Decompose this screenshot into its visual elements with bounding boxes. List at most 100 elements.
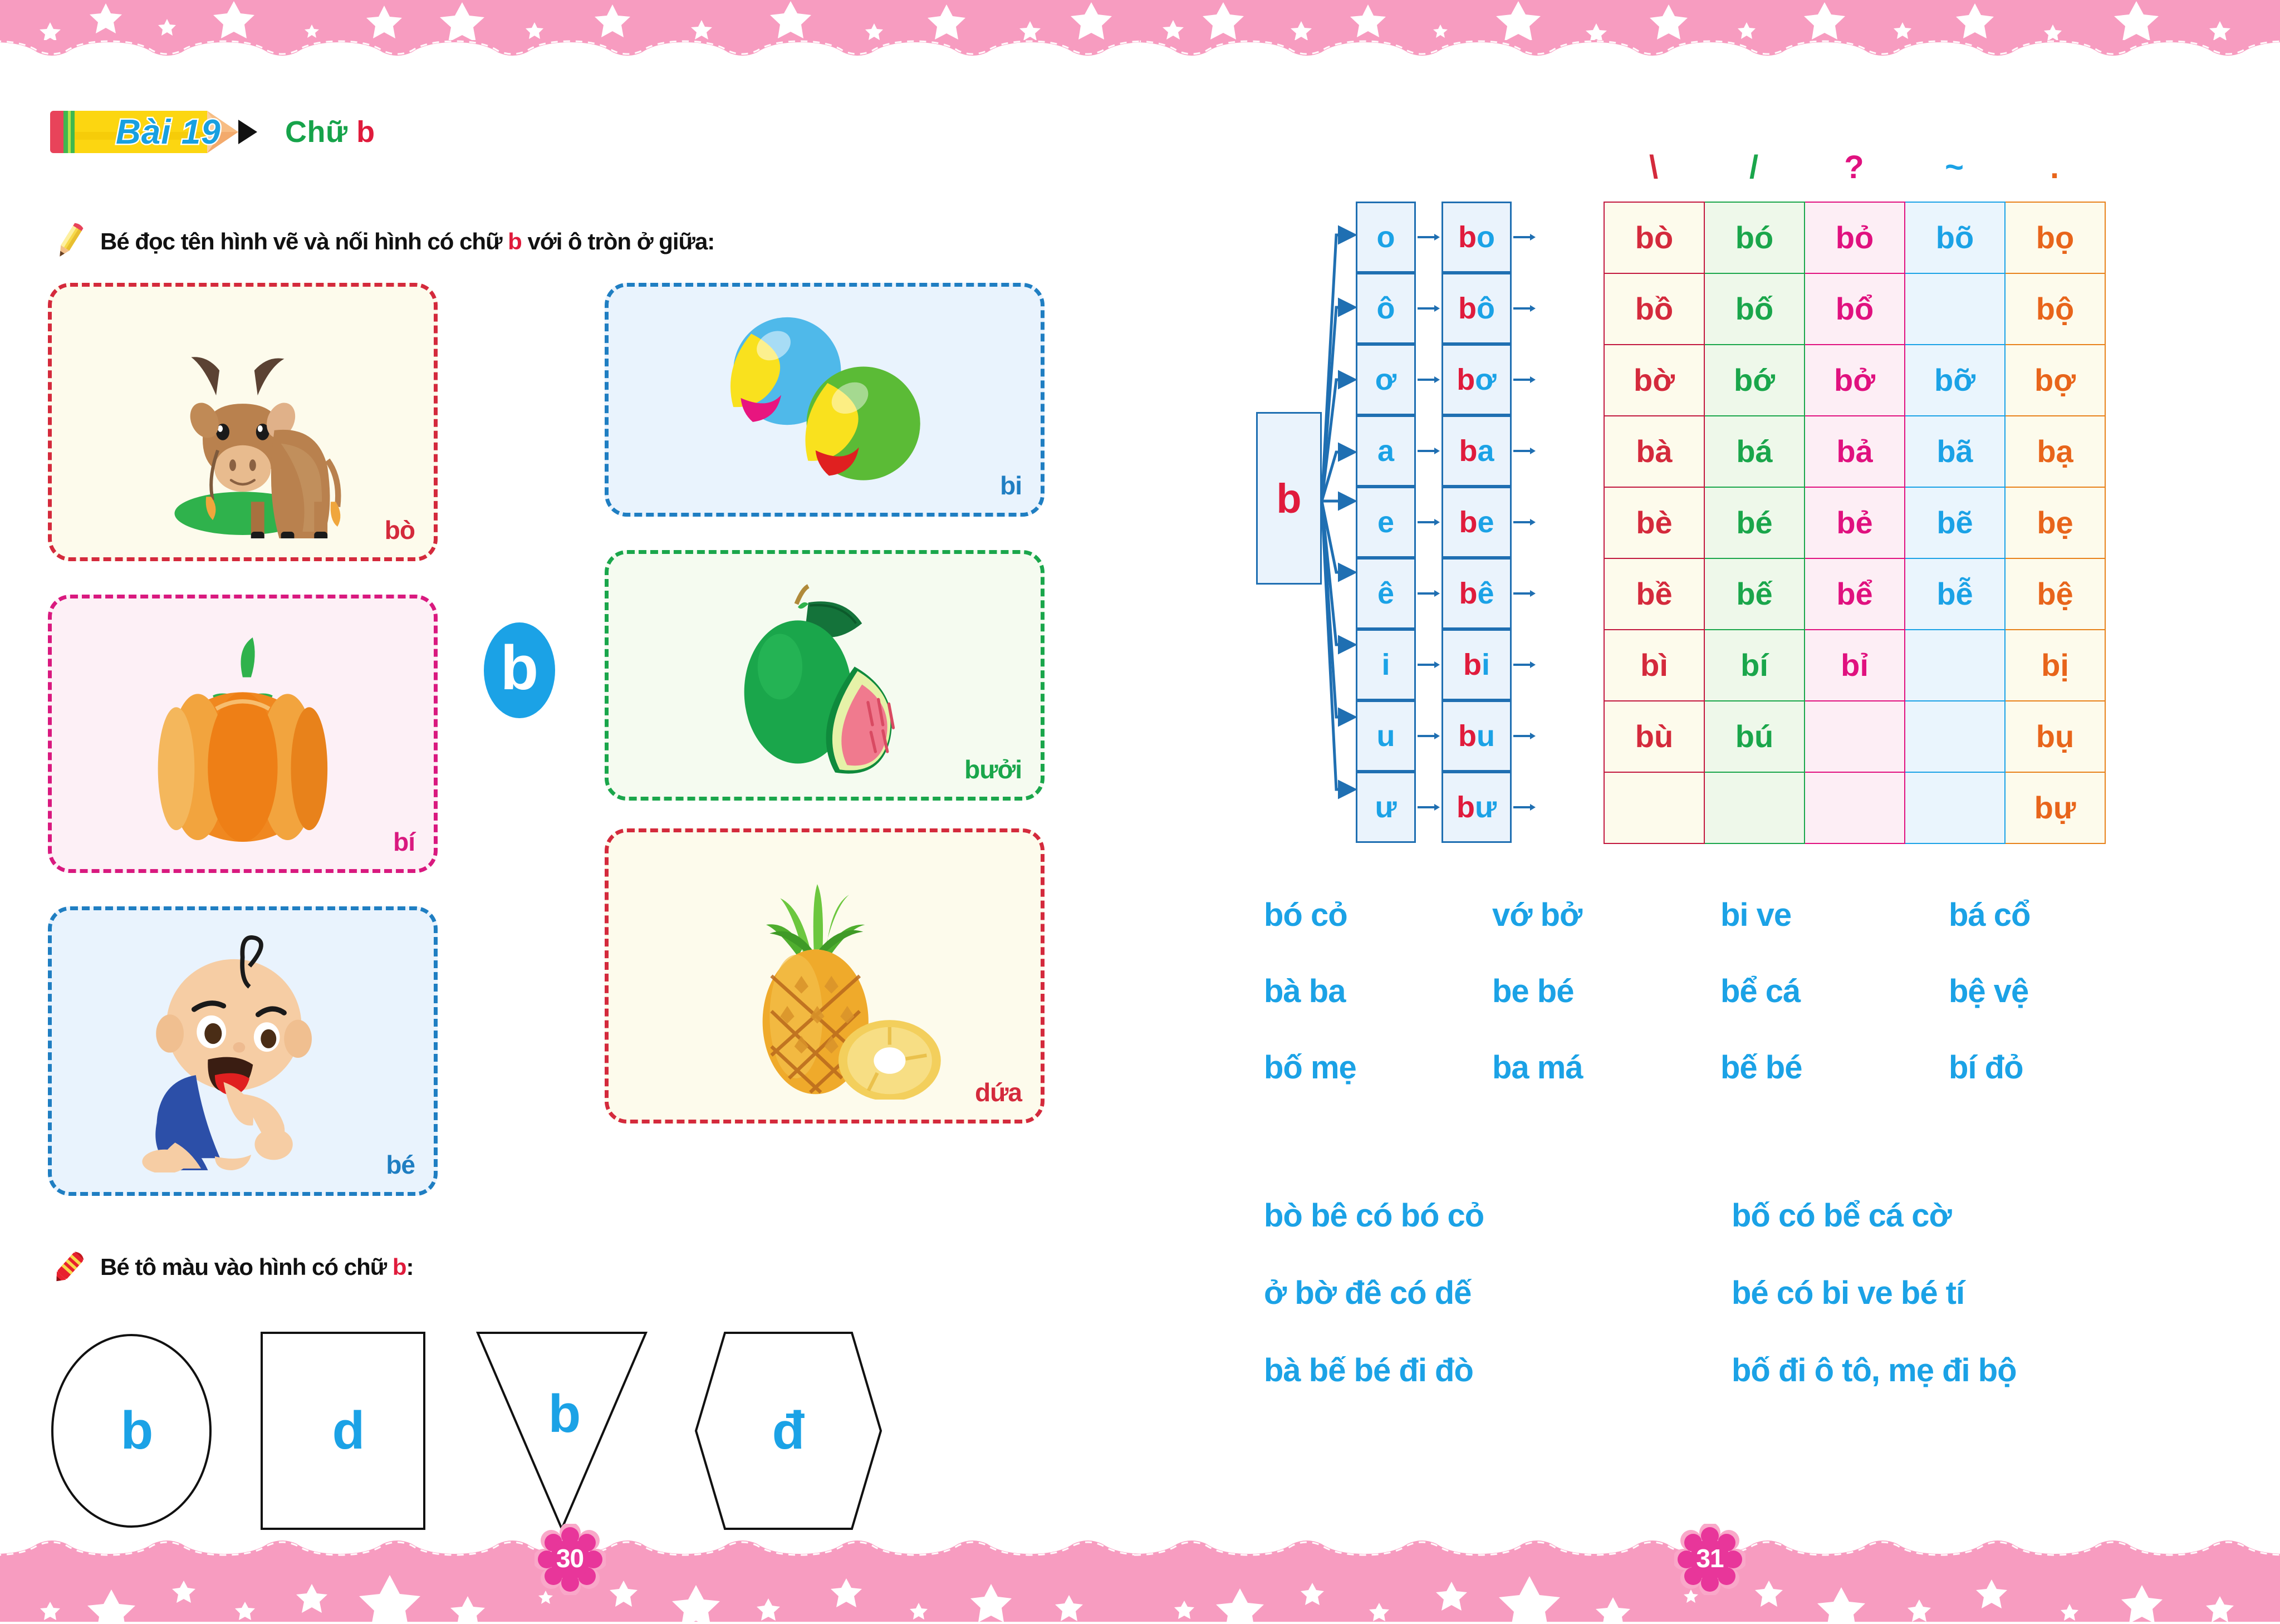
tone-cell — [1904, 629, 2006, 701]
tone-cell: bà — [1604, 415, 1705, 488]
tone-cell: bỏ — [1804, 202, 1905, 274]
page-number-badge-right: 31 — [1674, 1524, 1745, 1595]
vowel-row: ư bư — [1356, 772, 1537, 843]
arrow-icon — [1416, 202, 1441, 273]
tone-cell: bổ — [1804, 273, 1905, 345]
vowel-row: u bu — [1356, 700, 1537, 772]
word-item: vớ bở — [1492, 897, 1582, 933]
arrow-icon — [1512, 700, 1537, 772]
word-item: bệ vệ — [1949, 973, 2029, 1009]
tone-cell: bù — [1604, 700, 1705, 773]
tone-cell: bì — [1604, 629, 1705, 701]
tone-row: bì bí bỉ bị — [1604, 629, 2106, 701]
tone-row: bò bó bỏ bõ bọ — [1604, 202, 2106, 274]
arrow-icon — [1416, 344, 1441, 415]
tone-cell: bò — [1604, 202, 1705, 274]
arrow-icon — [1416, 415, 1441, 487]
tone-row: bề bế bể bễ bệ — [1604, 558, 2106, 630]
tone-cell: bể — [1804, 558, 1905, 630]
syllable-cell: bi — [1441, 629, 1512, 700]
tone-mark-hoi-hook: ? — [1844, 149, 1864, 185]
tone-cell: bề — [1604, 558, 1705, 630]
word-item: bó cỏ — [1264, 897, 1348, 933]
syllable-cell: bô — [1441, 273, 1512, 344]
syllable-cell: bu — [1441, 700, 1512, 772]
tone-cell — [1904, 772, 2006, 844]
arrow-icon — [1512, 415, 1537, 487]
tone-cell: bó — [1704, 202, 1805, 274]
vowel-syllable-table: o bo ô bô ơ bơ a ba e be ê bê i bi u bu ư bư — [1356, 202, 1537, 843]
tone-cell: bồ — [1604, 273, 1705, 345]
sentence-item: bò bê có bó cỏ — [1264, 1198, 1484, 1234]
vowel-row: ô bô — [1356, 273, 1537, 344]
tone-mark-header-row: \ /? ~. — [1604, 151, 2105, 184]
arrow-icon — [1512, 487, 1537, 558]
tone-cell: bẽ — [1904, 487, 2006, 559]
tone-cell: bệ — [2004, 558, 2106, 630]
word-item: bá cổ — [1949, 897, 2031, 933]
sentence-item: bà bế bé đi đò — [1264, 1352, 1474, 1389]
tone-mark-huyen-grave: \ — [1649, 149, 1659, 185]
tone-cell: bạ — [2004, 415, 2106, 488]
sentence-item: ở bờ đê có dế — [1264, 1275, 1472, 1311]
tone-cell: bọ — [2004, 202, 2106, 274]
word-item: bà ba — [1264, 973, 1346, 1009]
tone-row: bè bé bẻ bẽ bẹ — [1604, 487, 2106, 559]
vowel-row: o bo — [1356, 202, 1537, 273]
tone-row: bù bú bụ — [1604, 700, 2106, 773]
vowel-row: a ba — [1356, 415, 1537, 487]
sentence-item: bố đi ô tô, mẹ đi bộ — [1732, 1352, 2017, 1389]
syllable-cell: bo — [1441, 202, 1512, 273]
syllable-cell: bư — [1441, 772, 1512, 843]
tone-cell: bờ — [1604, 344, 1705, 416]
vowel-cell: u — [1356, 700, 1416, 772]
tone-cell: bở — [1804, 344, 1905, 416]
arrow-icon — [1416, 629, 1441, 700]
vowel-cell: ơ — [1356, 344, 1416, 415]
arrow-icon — [1512, 772, 1537, 843]
tone-cell: bú — [1704, 700, 1805, 773]
arrow-icon — [1416, 487, 1441, 558]
vowel-cell: ê — [1356, 558, 1416, 629]
tone-cell — [1904, 273, 2006, 345]
tone-mark-nang-dot: . — [2049, 149, 2060, 185]
vowel-row: e be — [1356, 487, 1537, 558]
arrow-icon — [1512, 202, 1537, 273]
syllable-cell: be — [1441, 487, 1512, 558]
vowel-cell: a — [1356, 415, 1416, 487]
tone-cell: bự — [2004, 772, 2106, 844]
sentence-item: bố có bể cá cờ — [1732, 1198, 1952, 1234]
arrow-icon — [1416, 772, 1441, 843]
tone-row: bờ bớ bở bỡ bợ — [1604, 344, 2106, 416]
word-item: bế bé — [1720, 1049, 1803, 1086]
tone-cell: bé — [1704, 487, 1805, 559]
tone-row: bồ bố bổ bộ — [1604, 273, 2106, 345]
tone-cell: bị — [2004, 629, 2106, 701]
word-item: ba má — [1492, 1049, 1583, 1086]
tone-cell — [1604, 772, 1705, 844]
vowel-row: i bi — [1356, 629, 1537, 700]
sentence-item: bé có bi ve bé tí — [1732, 1275, 1965, 1311]
vowel-row: ê bê — [1356, 558, 1537, 629]
page-number: 31 — [1696, 1544, 1724, 1573]
tone-cell: bã — [1904, 415, 2006, 488]
arrow-icon — [1512, 344, 1537, 415]
arrow-icon — [1416, 558, 1441, 629]
word-grid: bó cỏ vớ bở bi ve bá cổ bà ba be bé bể cá bệ vệ… — [1264, 896, 2177, 1086]
tone-row: bà bá bả bã bạ — [1604, 415, 2106, 488]
tone-row: bự — [1604, 772, 2106, 844]
tone-cell: bả — [1804, 415, 1905, 488]
sentence-grid: bò bê có bó cỏ bố có bể cá cờ ở bờ đê có d… — [1264, 1197, 2199, 1389]
word-item: be bé — [1492, 973, 1575, 1009]
vowel-cell: i — [1356, 629, 1416, 700]
tone-cell: bố — [1704, 273, 1805, 345]
arrow-icon — [1416, 273, 1441, 344]
tone-cell: bỡ — [1904, 344, 2006, 416]
tone-cell: bớ — [1704, 344, 1805, 416]
vowel-cell: ư — [1356, 772, 1416, 843]
tone-cell: bẻ — [1804, 487, 1905, 559]
tone-cell: bí — [1704, 629, 1805, 701]
consonant-source-box: b — [1256, 412, 1322, 585]
word-item: bí đỏ — [1949, 1049, 2024, 1086]
tone-cell — [1804, 772, 1905, 844]
